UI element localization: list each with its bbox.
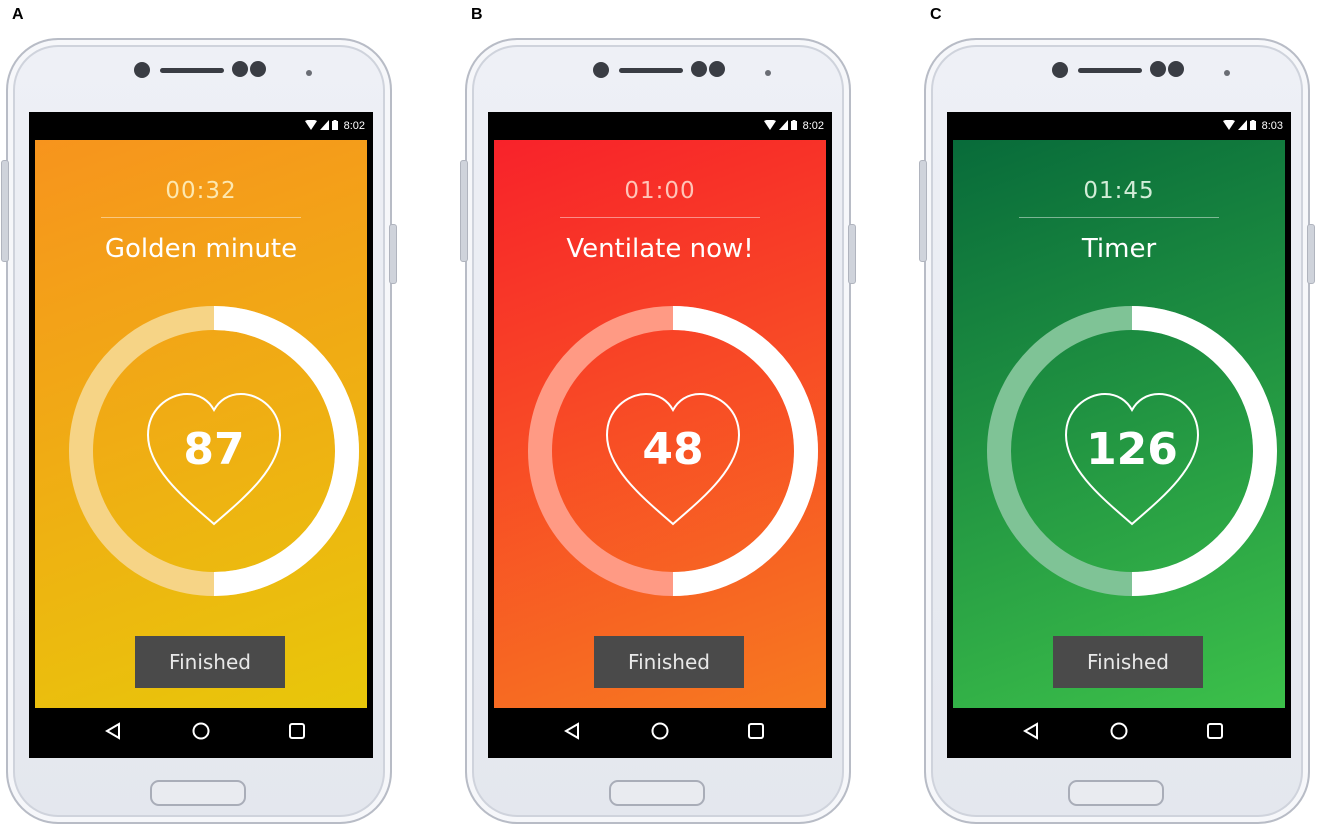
panel-label: B: [471, 6, 483, 23]
phone-panel-c: C 8:03 01:45 Timer 126 Finished: [918, 0, 1331, 826]
elapsed-timer: 00:32: [165, 178, 237, 204]
earpiece-speaker: [1078, 68, 1142, 73]
status-time: 8:02: [343, 120, 365, 132]
status-bar: 8:03: [947, 112, 1291, 140]
volume-button[interactable]: [919, 160, 927, 262]
wifi-icon: [1222, 117, 1235, 135]
proximity-sensor: [691, 61, 707, 77]
power-button[interactable]: [1307, 224, 1315, 284]
gauge-svg: 87: [69, 306, 359, 596]
phone-panel-b: B 8:02 01:00 Ventilate now! 48 Finished: [459, 0, 903, 826]
indicator-led: [765, 70, 771, 76]
volume-button[interactable]: [460, 160, 468, 262]
recents-icon[interactable]: [746, 721, 766, 746]
elapsed-timer: 01:00: [624, 178, 696, 204]
earpiece-speaker: [160, 68, 224, 73]
phone-frame: 8:02 00:32 Golden minute 87 Finished: [1, 38, 397, 824]
battery-icon: [790, 117, 797, 135]
proximity-sensor: [232, 61, 248, 77]
home-icon[interactable]: [191, 721, 211, 746]
phone-frame: 8:03 01:45 Timer 126 Finished: [919, 38, 1315, 824]
heart-rate-value: 48: [642, 424, 703, 475]
back-icon[interactable]: [563, 721, 581, 746]
android-nav-bar: [488, 708, 832, 758]
status-title: Ventilate now!: [566, 234, 754, 264]
physical-home-button[interactable]: [609, 780, 705, 806]
panel-label: A: [12, 6, 24, 23]
recents-icon[interactable]: [287, 721, 307, 746]
heart-rate-value: 87: [183, 424, 244, 475]
status-bar: 8:02: [488, 112, 832, 140]
power-button[interactable]: [848, 224, 856, 284]
app-screen: 01:00 Ventilate now! 48 Finished: [494, 140, 826, 708]
front-camera: [1052, 62, 1068, 78]
heart-rate-gauge: 87: [69, 306, 359, 596]
home-icon[interactable]: [650, 721, 670, 746]
panel-label: C: [930, 6, 942, 23]
status-bar: 8:02: [29, 112, 373, 140]
battery-icon: [1249, 117, 1256, 135]
proximity-sensor: [1150, 61, 1166, 77]
phone-frame: 8:02 01:00 Ventilate now! 48 Finished: [460, 38, 856, 824]
front-camera: [134, 62, 150, 78]
signal-icon: [778, 117, 788, 135]
divider: [101, 217, 301, 218]
physical-home-button[interactable]: [1068, 780, 1164, 806]
gauge-svg: 48: [528, 306, 818, 596]
power-button[interactable]: [389, 224, 397, 284]
status-title: Timer: [1081, 234, 1157, 264]
android-nav-bar: [29, 708, 373, 758]
elapsed-timer: 01:45: [1083, 178, 1155, 204]
signal-icon: [319, 117, 329, 135]
heart-rate-value: 126: [1086, 424, 1178, 475]
light-sensor: [1168, 61, 1184, 77]
app-screen: 00:32 Golden minute 87 Finished: [35, 140, 367, 708]
home-icon[interactable]: [1109, 721, 1129, 746]
heart-rate-gauge: 126: [987, 306, 1277, 596]
divider: [560, 217, 760, 218]
signal-icon: [1237, 117, 1247, 135]
status-time: 8:03: [1261, 120, 1283, 132]
android-nav-bar: [947, 708, 1291, 758]
light-sensor: [709, 61, 725, 77]
wifi-icon: [304, 117, 317, 135]
phone-screen: 8:03 01:45 Timer 126 Finished: [947, 112, 1291, 758]
divider: [1019, 217, 1219, 218]
status-time: 8:02: [802, 120, 824, 132]
phone-screen: 8:02 01:00 Ventilate now! 48 Finished: [488, 112, 832, 758]
earpiece-speaker: [619, 68, 683, 73]
front-camera: [593, 62, 609, 78]
status-title: Golden minute: [104, 234, 298, 264]
heart-rate-gauge: 48: [528, 306, 818, 596]
finished-button[interactable]: Finished: [594, 636, 744, 688]
phone-screen: 8:02 00:32 Golden minute 87 Finished: [29, 112, 373, 758]
recents-icon[interactable]: [1205, 721, 1225, 746]
phone-panel-a: A 8:02 00:32 Golden minute 87 Finished: [0, 0, 444, 826]
volume-button[interactable]: [1, 160, 9, 262]
finished-button[interactable]: Finished: [1053, 636, 1203, 688]
light-sensor: [250, 61, 266, 77]
back-icon[interactable]: [1022, 721, 1040, 746]
gauge-svg: 126: [987, 306, 1277, 596]
indicator-led: [306, 70, 312, 76]
finished-button[interactable]: Finished: [135, 636, 285, 688]
back-icon[interactable]: [104, 721, 122, 746]
app-screen: 01:45 Timer 126 Finished: [953, 140, 1285, 708]
physical-home-button[interactable]: [150, 780, 246, 806]
indicator-led: [1224, 70, 1230, 76]
wifi-icon: [763, 117, 776, 135]
battery-icon: [331, 117, 338, 135]
